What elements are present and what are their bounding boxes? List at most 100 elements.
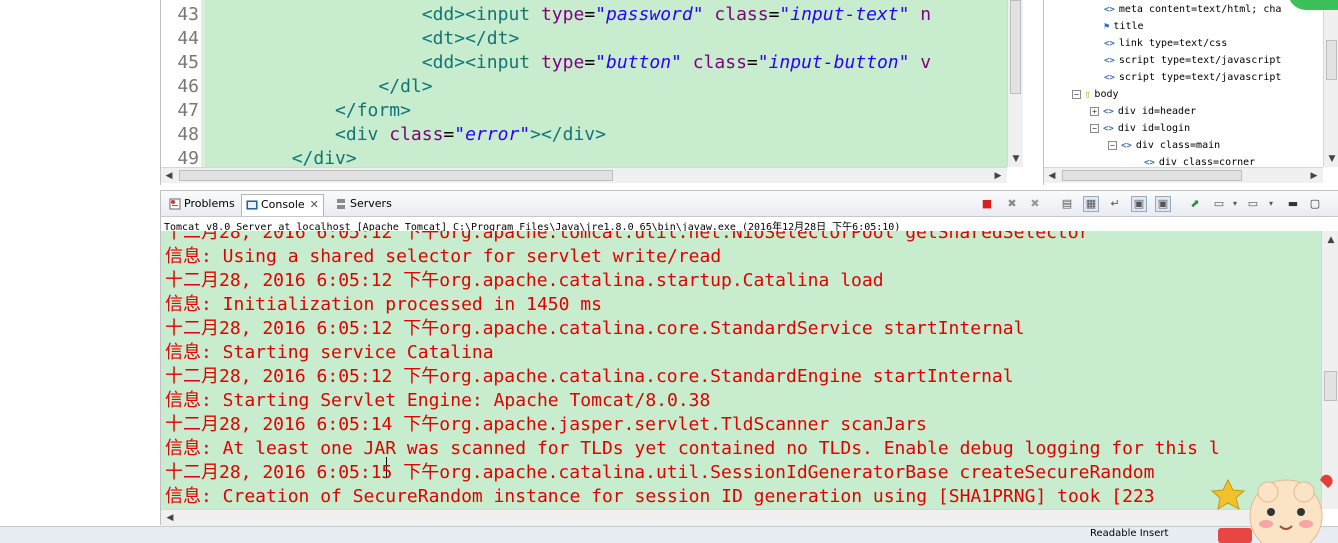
pin-console-icon[interactable]: ⬈ <box>1187 196 1203 212</box>
console-line: 信息: Starting Servlet Engine: Apache Tomc… <box>165 390 711 411</box>
tab-console[interactable]: Console ✕ <box>241 194 324 216</box>
code-token: class <box>692 52 747 73</box>
code-token: <dd><input <box>421 52 541 73</box>
outline-tree-item[interactable]: − <> div class=main <box>1108 138 1220 154</box>
console-panel: Problems Console ✕ Servers ■ ✖ ✖ ▤ ▦ ↵ ▣ … <box>160 190 1338 526</box>
line-number: 48 <box>177 124 199 145</box>
outline-vertical-scrollbar[interactable]: ▼ <box>1323 0 1338 167</box>
outline-item-label: div class=main <box>1135 140 1221 151</box>
minimize-icon[interactable]: ▬ <box>1285 196 1301 212</box>
code-token: = <box>768 4 780 25</box>
code-token: <dd><input <box>421 4 541 25</box>
code-token: "error" <box>454 124 531 145</box>
chevron-down-icon[interactable]: ▾ <box>1263 196 1279 212</box>
tab-servers[interactable]: Servers <box>331 194 396 216</box>
console-vertical-scroll-thumb[interactable] <box>1324 371 1337 401</box>
code-token: </div> <box>291 148 357 167</box>
console-vertical-scrollbar[interactable]: ▲ <box>1321 231 1338 509</box>
maximize-icon[interactable]: ▢ <box>1307 196 1323 212</box>
outline-tree-item[interactable]: <> meta content=text/html; cha <box>1104 2 1281 18</box>
code-line: <div class="error"></div> <box>205 123 606 147</box>
collapse-icon[interactable]: − <box>1090 123 1099 133</box>
display-selected-console-icon[interactable]: ▭ <box>1211 196 1227 212</box>
code-token: = <box>443 124 455 145</box>
code-token: </dl> <box>378 76 433 97</box>
outline-tree-item[interactable]: − ▯ body <box>1072 87 1119 103</box>
collapse-icon[interactable]: − <box>1072 89 1081 99</box>
scroll-up-arrow-icon[interactable]: ▲ <box>1324 233 1338 247</box>
outline-tree-item[interactable]: <> script type=text/javascript <box>1104 53 1281 69</box>
outline-tree-item[interactable]: − <> div id=login <box>1090 121 1190 137</box>
html-editor[interactable]: 43 44 45 46 47 48 49 <dd><input type="password… <box>160 0 1023 185</box>
tab-console-label: Console <box>261 198 305 211</box>
outline-tree-item[interactable]: <> link type=text/css <box>1104 36 1227 52</box>
console-line: 十二月28, 2016 6:05:12 下午org.apache.catalin… <box>165 318 1025 339</box>
line-number: 46 <box>177 76 199 97</box>
expand-icon[interactable]: + <box>1090 106 1099 116</box>
scroll-left-arrow-icon[interactable]: ◀ <box>163 511 177 525</box>
scroll-right-arrow-icon[interactable]: ▶ <box>991 169 1005 183</box>
code-token: <dt></dt> <box>421 28 520 49</box>
scroll-down-arrow-icon[interactable]: ▼ <box>1325 152 1338 166</box>
clear-console-icon[interactable]: ▤ <box>1059 196 1075 212</box>
editor-horizontal-scrollbar[interactable]: ◀ ▶ <box>161 167 1007 183</box>
tab-problems[interactable]: Problems <box>165 194 239 216</box>
editor-vertical-scrollbar[interactable]: ▼ <box>1007 0 1023 167</box>
outline-vertical-scroll-thumb[interactable] <box>1326 40 1337 80</box>
element-tag-icon: <> <box>1103 107 1114 117</box>
code-line: <dd><input type="button" class="input-bu… <box>205 51 931 75</box>
document-icon: ▯ <box>1085 90 1091 100</box>
outline-view[interactable]: <> meta content=text/html; cha ⚑ title <> lin… <box>1043 0 1338 185</box>
collapse-icon[interactable]: − <box>1108 140 1117 150</box>
open-console-icon[interactable]: ▭ <box>1245 196 1261 212</box>
console-output[interactable]: 十二月28, 2016 6:05:12 下午org.apache.tomcat.… <box>161 231 1321 509</box>
outline-horizontal-scrollbar[interactable]: ◀ ▶ <box>1044 167 1323 183</box>
outline-horizontal-scroll-thumb[interactable] <box>1062 170 1242 181</box>
element-tag-icon: <> <box>1121 141 1132 151</box>
console-line: 十二月28, 2016 6:05:15 下午org.apache.catalin… <box>165 462 1155 483</box>
scroll-lock-icon[interactable]: ▦ <box>1083 196 1099 212</box>
title-flag-icon: ⚑ <box>1104 22 1110 32</box>
chevron-down-icon[interactable]: ▾ <box>1227 196 1243 212</box>
outline-item-label: link type=text/css <box>1118 38 1228 49</box>
left-blank-strip <box>0 0 158 543</box>
code-line: <dd><input type="password" class="input-… <box>205 3 931 27</box>
outline-tree-item[interactable]: <> script type=text/javascript <box>1104 70 1281 86</box>
scroll-left-arrow-icon[interactable]: ◀ <box>162 169 176 183</box>
scroll-down-arrow-icon[interactable]: ▼ <box>1009 152 1023 166</box>
code-area[interactable]: <dd><input type="password" class="input-… <box>205 0 1007 167</box>
console-line: 信息: Using a shared selector for servlet … <box>165 246 722 267</box>
editor-horizontal-scroll-thumb[interactable] <box>179 170 613 181</box>
console-line: 十二月28, 2016 6:05:12 下午org.apache.catalin… <box>165 270 884 291</box>
code-token: = <box>584 4 596 25</box>
line-number-gutter: 43 44 45 46 47 48 49 <box>161 0 201 169</box>
code-token: class <box>389 124 444 145</box>
code-token: class <box>714 4 769 25</box>
outline-item-label: meta content=text/html; cha <box>1118 4 1282 15</box>
remove-launch-icon[interactable]: ✖ <box>1004 196 1020 212</box>
console-horizontal-scrollbar[interactable]: ◀ <box>161 509 1321 526</box>
editor-vertical-scroll-thumb[interactable] <box>1010 0 1021 94</box>
outline-item-label: div id=login <box>1117 123 1191 134</box>
outline-tree-item[interactable]: + <> div id=header <box>1090 104 1196 120</box>
show-on-stderr-icon[interactable]: ▣ <box>1155 196 1171 212</box>
line-number: 47 <box>177 100 199 121</box>
scroll-right-arrow-icon[interactable]: ▶ <box>1307 169 1321 183</box>
terminate-icon[interactable]: ■ <box>979 196 995 212</box>
element-tag-icon: <> <box>1104 56 1115 66</box>
outline-tree-item[interactable]: ⚑ title <box>1104 19 1144 35</box>
close-icon[interactable]: ✕ <box>310 198 319 211</box>
word-wrap-icon[interactable]: ↵ <box>1107 196 1123 212</box>
outline-item-label: div id=header <box>1117 106 1197 117</box>
console-line: 信息: Initialization processed in 1450 ms <box>165 294 602 315</box>
tab-servers-label: Servers <box>350 197 392 210</box>
show-on-stdout-icon[interactable]: ▣ <box>1131 196 1147 212</box>
console-line: 十二月28, 2016 6:05:14 下午org.apache.jasper.… <box>165 414 927 435</box>
remove-all-terminated-icon[interactable]: ✖ <box>1027 196 1043 212</box>
console-line: 信息: Starting service Catalina <box>165 342 494 363</box>
scroll-left-arrow-icon[interactable]: ◀ <box>1045 169 1059 183</box>
